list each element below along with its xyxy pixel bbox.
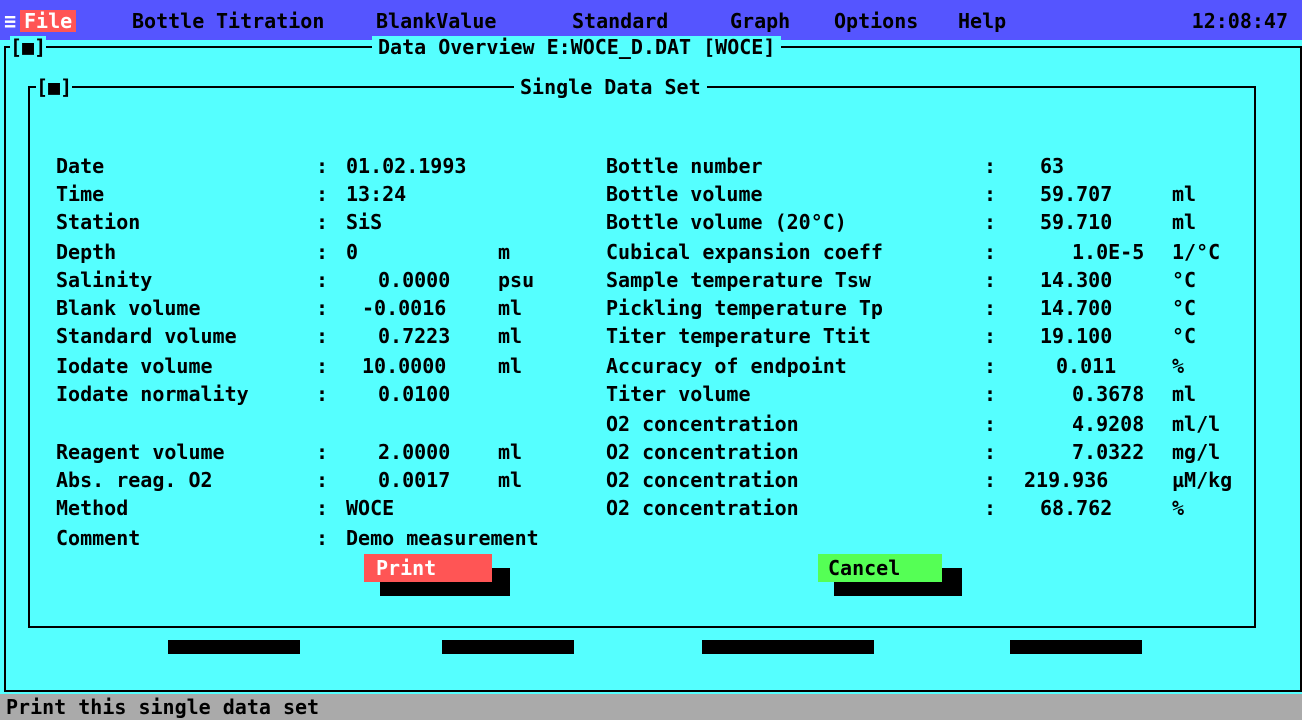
field-o2-concentration-percent: O2 concentration:68.762% <box>606 496 1185 520</box>
button-bar-1 <box>168 640 300 654</box>
button-bar-3 <box>702 640 874 654</box>
status-bar: Print this single data set <box>0 694 1302 720</box>
menu-help[interactable]: Help <box>958 10 1006 32</box>
dialog-close-button[interactable]: [■] <box>36 76 73 98</box>
menu-file[interactable]: File <box>20 10 77 32</box>
menu-bar: ≡ File Bottle Titration BlankValue Stand… <box>0 0 1302 40</box>
button-bar-4 <box>1010 640 1142 654</box>
menu-graph[interactable]: Graph <box>730 10 790 32</box>
menu-bottle[interactable]: Bottle <box>132 10 204 32</box>
clock: 12:08:47 <box>1191 9 1288 33</box>
menu-blankvalue[interactable]: BlankValue <box>376 10 496 32</box>
cancel-button[interactable]: Cancel <box>818 554 942 582</box>
dialog-title: Single Data Set <box>514 76 707 98</box>
window-title: Data Overview E:WOCE_D.DAT [WOCE] <box>372 36 782 58</box>
print-button[interactable]: Print <box>364 554 492 582</box>
menu-titration[interactable]: Titration <box>216 10 324 32</box>
menu-options[interactable]: Options <box>834 10 918 32</box>
button-bar-2 <box>442 640 574 654</box>
window-close-button[interactable]: [■] <box>10 36 47 58</box>
system-menu-icon[interactable]: ≡ <box>4 10 16 32</box>
menu-standard[interactable]: Standard <box>572 10 668 32</box>
